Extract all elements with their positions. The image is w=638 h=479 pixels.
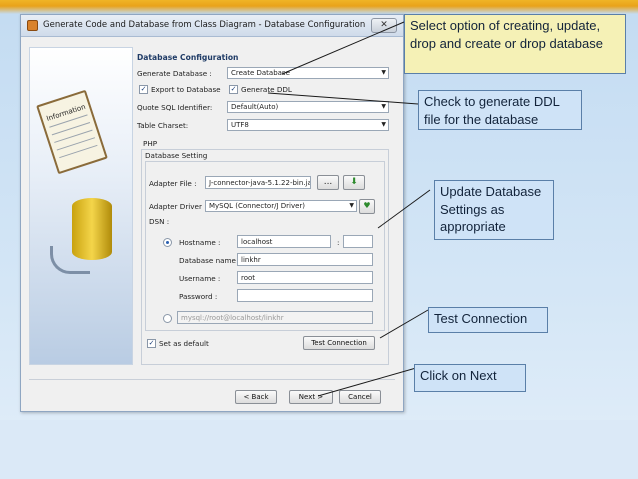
- heart-check-icon[interactable]: ♥: [359, 199, 375, 214]
- chevron-down-icon: ▼: [349, 202, 354, 209]
- table-charset-label: Table Charset:: [137, 121, 189, 130]
- quote-sql-value: Default(Auto): [231, 103, 279, 111]
- export-to-database-label: Export to Database: [151, 85, 221, 94]
- chevron-down-icon: ▼: [381, 121, 386, 128]
- download-arrow-icon[interactable]: ⬇: [343, 175, 365, 190]
- database-name-label: Database name :: [179, 256, 241, 265]
- adapter-file-field[interactable]: J-connector-java-5.1.22-bin.jar: [205, 176, 311, 189]
- set-as-default-label: Set as default: [159, 339, 209, 348]
- callout-click-next: Click on Next: [414, 364, 526, 392]
- test-connection-button[interactable]: Test Connection: [303, 336, 375, 350]
- generate-database-label: Generate Database :: [137, 69, 212, 78]
- generate-database-value: Create Database: [231, 69, 290, 77]
- back-button[interactable]: < Back: [235, 390, 277, 404]
- app-icon: [27, 20, 38, 31]
- dialog-title: Generate Code and Database from Class Di…: [43, 20, 366, 30]
- chevron-down-icon: ▼: [381, 69, 386, 76]
- quote-sql-select[interactable]: Default(Auto) ▼: [227, 101, 389, 113]
- section-title: Database Configuration: [137, 53, 239, 62]
- dsn-url-radio[interactable]: [163, 314, 172, 323]
- adapter-driver-label: Adapter Driver :: [149, 202, 207, 211]
- php-label: PHP: [143, 139, 158, 148]
- database-configuration-dialog: Generate Code and Database from Class Di…: [20, 14, 404, 412]
- chevron-down-icon: ▼: [381, 103, 386, 110]
- database-name-field[interactable]: linkhr: [237, 253, 373, 266]
- clipboard-text: Information: [45, 102, 87, 123]
- port-separator: :: [337, 238, 340, 247]
- slide-footer-band: [0, 420, 638, 479]
- set-as-default-checkbox[interactable]: ✓: [147, 339, 156, 348]
- close-button[interactable]: ✕: [371, 18, 397, 33]
- username-field[interactable]: root: [237, 271, 373, 284]
- hostname-label: Hostname :: [179, 238, 221, 247]
- database-setting-label: Database Setting: [145, 151, 208, 160]
- dsn-fields-radio[interactable]: [163, 238, 172, 247]
- dsn-url-field[interactable]: mysql://root@localhost/linkhr: [177, 311, 373, 324]
- cancel-button[interactable]: Cancel: [339, 390, 381, 404]
- adapter-driver-value: MySQL (Connector/J Driver): [209, 202, 306, 210]
- password-field[interactable]: [237, 289, 373, 302]
- table-charset-value: UTF8: [231, 121, 249, 129]
- footer-separator: [29, 379, 395, 380]
- password-label: Password :: [179, 292, 218, 301]
- configuration-form: Database Configuration Generate Database…: [137, 45, 397, 375]
- table-charset-select[interactable]: UTF8 ▼: [227, 119, 389, 131]
- callout-test-connection: Test Connection: [428, 307, 548, 333]
- callout-update-settings: Update Database Settings as appropriate: [434, 180, 554, 240]
- adapter-file-label: Adapter File :: [149, 179, 197, 188]
- dsn-label: DSN :: [149, 217, 170, 226]
- next-button[interactable]: Next >: [289, 390, 333, 404]
- quote-sql-label: Quote SQL Identifier:: [137, 103, 213, 112]
- export-to-database-checkbox[interactable]: ✓: [139, 85, 148, 94]
- cable-icon: [50, 246, 90, 274]
- username-label: Username :: [179, 274, 221, 283]
- port-field[interactable]: [343, 235, 373, 248]
- generate-ddl-label: Generate DDL: [241, 85, 292, 94]
- callout-generate-database: Select option of creating, update, drop …: [404, 14, 626, 74]
- browse-button[interactable]: ...: [317, 175, 339, 190]
- adapter-driver-select[interactable]: MySQL (Connector/J Driver) ▼: [205, 200, 357, 212]
- callout-generate-ddl: Check to generate DDL file for the datab…: [418, 90, 582, 130]
- title-bar: Generate Code and Database from Class Di…: [21, 15, 403, 37]
- clipboard-icon: Information: [36, 89, 108, 175]
- database-illustration-icon: Information: [29, 47, 133, 365]
- generate-ddl-checkbox[interactable]: ✓: [229, 85, 238, 94]
- hostname-field[interactable]: localhost: [237, 235, 331, 248]
- generate-database-select[interactable]: Create Database ▼: [227, 67, 389, 79]
